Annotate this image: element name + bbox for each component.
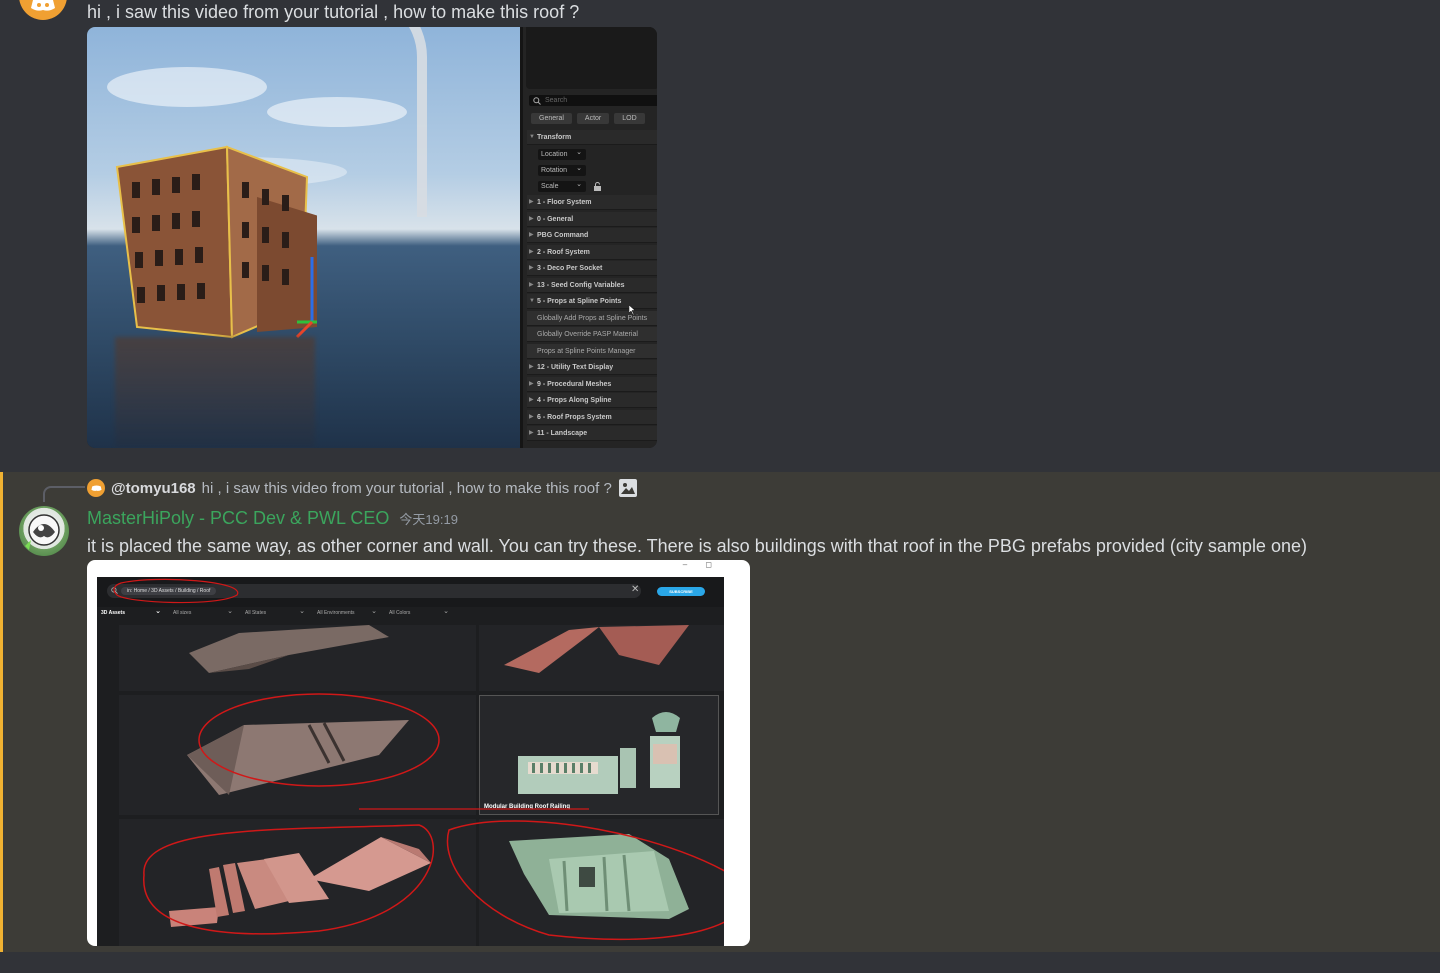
attachment-image-editor[interactable]: Search General Actor LOD ▼ Transform Loca… — [87, 27, 657, 448]
section-roof-system[interactable]: ▶ 2 - Roof System — [527, 245, 657, 260]
asset-grid: Modular Building Roof Railing — [119, 625, 724, 946]
reply-username[interactable]: @tomyu168 — [111, 480, 196, 497]
clear-search-icon[interactable]: ✕ — [631, 584, 639, 595]
tab-lod[interactable]: LOD — [614, 113, 645, 124]
username[interactable]: MasterHiPoly - PCC Dev & PWL CEO — [87, 508, 389, 529]
section-general[interactable]: ▶ 0 - General — [527, 212, 657, 227]
section-pbg-command[interactable]: ▶ PBG Command — [527, 228, 657, 243]
section-floor-system[interactable]: ▶ 1 - Floor System — [527, 195, 657, 210]
water-reflection — [115, 337, 315, 447]
section-deco-per-socket[interactable]: ▶ 3 - Deco Per Socket — [527, 261, 657, 276]
filter-environments[interactable]: All Environments — [313, 607, 385, 624]
red-annotation-breadcrumb — [113, 578, 239, 604]
rotation-dropdown[interactable]: Rotation — [538, 163, 586, 176]
section-props-along-spline[interactable]: ▶ 4 - Props Along Spline — [527, 393, 657, 408]
reply-avatar — [87, 479, 105, 497]
location-dropdown[interactable]: Location — [538, 147, 586, 160]
discord-logo-icon — [31, 0, 55, 11]
search-icon — [533, 97, 541, 105]
message-text: it is placed the same way, as other corn… — [87, 536, 1307, 556]
image-icon — [618, 479, 637, 497]
scale-dropdown[interactable]: Scale — [538, 179, 586, 192]
subitem-override-pasp[interactable]: Globally Override PASP Material — [527, 327, 657, 342]
section-utility-text[interactable]: ▶ 12 - Utility Text Display — [527, 360, 657, 375]
avatar[interactable] — [19, 506, 69, 556]
subitem-globally-add-props[interactable]: Globally Add Props at Spline Points — [527, 311, 657, 326]
subitem-props-manager[interactable]: Props at Spline Points Manager — [527, 344, 657, 359]
section-landscape[interactable]: ▶ 11 - Landscape — [527, 426, 657, 441]
subscribe-button[interactable]: SUBSCRIBE — [657, 587, 705, 596]
discord-logo-icon — [90, 485, 102, 491]
tab-general[interactable]: General — [531, 113, 572, 124]
message-header: MasterHiPoly - PCC Dev & PWL CEO 今天19:19 — [87, 508, 458, 529]
reply-preview[interactable]: @tomyu168 hi , i saw this video from you… — [87, 478, 638, 498]
filter-colors[interactable]: All Colors — [385, 607, 457, 624]
building-model — [115, 145, 317, 339]
details-panel: Search General Actor LOD ▼ Transform Loca… — [520, 27, 657, 448]
window-controls: – ◻ — [682, 560, 720, 569]
section-seed-config[interactable]: ▶ 13 - Seed Config Variables — [527, 278, 657, 293]
message-1: hi , i saw this video from your tutorial… — [0, 0, 1440, 472]
details-tabs: General Actor LOD — [531, 113, 645, 124]
section-transform[interactable]: ▼ Transform — [527, 130, 657, 145]
section-roof-props[interactable]: ▶ 6 - Roof Props System — [527, 410, 657, 425]
mouse-cursor-icon — [629, 305, 636, 315]
section-props-spline-points[interactable]: ▼ 5 - Props at Spline Points — [527, 294, 657, 309]
reply-connector — [43, 486, 85, 502]
bottom-bar — [0, 952, 1440, 973]
reply-text: hi , i saw this video from your tutorial… — [201, 479, 612, 497]
avatar[interactable] — [19, 0, 67, 20]
section-procedural-meshes[interactable]: ▶ 9 - Procedural Meshes — [527, 377, 657, 392]
viewport-render — [87, 27, 520, 448]
lock-icon[interactable] — [593, 182, 602, 191]
message-2-highlighted: @tomyu168 hi , i saw this video from you… — [0, 472, 1440, 952]
avatar-logo-icon — [25, 514, 60, 550]
details-search-input[interactable]: Search — [529, 95, 657, 106]
message-text: hi , i saw this video from your tutorial… — [87, 2, 580, 22]
red-annotation-circles — [143, 693, 724, 941]
asset-browser-window: in: Home / 3D Assets / Building / Roof ✕… — [97, 577, 724, 946]
attachment-image-asset-browser[interactable]: – ◻ in: Home / 3D Assets / Building / Ro… — [87, 560, 750, 946]
arch-structure — [357, 27, 427, 217]
tab-actor[interactable]: Actor — [576, 113, 610, 124]
timestamp[interactable]: 今天19:19 — [399, 509, 458, 528]
